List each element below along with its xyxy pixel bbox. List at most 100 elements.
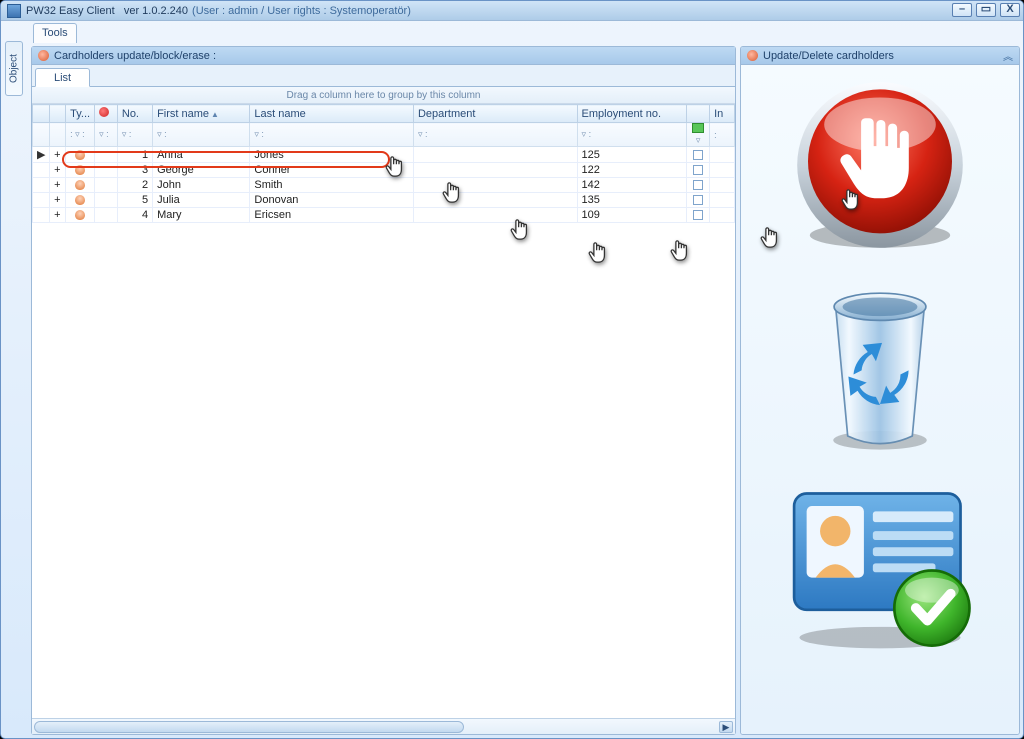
col-employment-no[interactable]: Employment no. (577, 105, 687, 123)
col-type[interactable]: Ty... (66, 105, 95, 123)
titlebar: PW32 Easy Client ver 1.0.2.240 (User : a… (1, 1, 1023, 21)
col-in[interactable]: In (710, 105, 735, 123)
department-cell (413, 178, 577, 193)
person-icon (75, 195, 85, 205)
tab-list[interactable]: List (35, 68, 90, 87)
first-name-cell: George (153, 163, 250, 178)
sort-asc-icon: ▲ (211, 110, 219, 119)
user-context: (User : admin / User rights : Systemoper… (192, 5, 411, 17)
col-last-name[interactable]: Last name (250, 105, 414, 123)
col-blocked[interactable] (95, 105, 118, 123)
maximize-button[interactable]: ▭ (976, 3, 996, 17)
update-button[interactable] (780, 481, 980, 651)
department-cell (413, 163, 577, 178)
last-name-cell: Jones (250, 147, 414, 163)
person-icon (75, 165, 85, 175)
object-sidetab[interactable]: Object (5, 41, 23, 96)
flag-cell[interactable] (687, 163, 710, 178)
flag-cell[interactable] (687, 178, 710, 193)
flag-cell[interactable] (687, 208, 710, 223)
first-name-cell: Julia (153, 193, 250, 208)
department-cell (413, 208, 577, 223)
filter-blocked[interactable]: ▿ : (95, 123, 118, 147)
panel-title: Cardholders update/block/erase : (54, 50, 216, 62)
department-cell (413, 193, 577, 208)
minimize-button[interactable]: – (952, 3, 972, 17)
cardholders-panel-header: Cardholders update/block/erase : (32, 47, 735, 65)
filter-emp[interactable]: ▿ : (577, 123, 687, 147)
checkbox-icon[interactable] (693, 150, 703, 160)
person-icon (75, 180, 85, 190)
filter-in[interactable]: : (710, 123, 735, 147)
cardholder-icon (747, 50, 758, 61)
close-button[interactable]: X (1000, 3, 1020, 17)
col-expand[interactable] (49, 105, 66, 123)
no-cell: 4 (117, 208, 152, 223)
last-name-cell: Conner (250, 163, 414, 178)
filter-last[interactable]: ▿ : (250, 123, 414, 147)
checkbox-icon[interactable] (693, 210, 703, 220)
type-cell (66, 208, 95, 223)
last-name-cell: Ericsen (250, 208, 414, 223)
blocked-cell (95, 163, 118, 178)
flag-cell[interactable] (687, 147, 710, 163)
row-indicator (33, 178, 50, 193)
block-button[interactable] (790, 75, 970, 255)
type-cell (66, 163, 95, 178)
collapse-chevron-icon[interactable]: ︽ (1003, 48, 1013, 63)
col-department[interactable]: Department (413, 105, 577, 123)
filter-dept[interactable]: ▿ : (413, 123, 577, 147)
scroll-right-icon[interactable]: ▶ (719, 721, 733, 733)
checkbox-icon[interactable] (693, 180, 703, 190)
table-row[interactable]: +3GeorgeConner122 (33, 163, 735, 178)
checkbox-icon[interactable] (693, 195, 703, 205)
col-no[interactable]: No. (117, 105, 152, 123)
column-header-row: Ty... No. First name▲ Last name Departme… (33, 105, 735, 123)
filter-flag[interactable]: ▿ (687, 123, 710, 147)
table-row[interactable]: +4MaryEricsen109 (33, 208, 735, 223)
expand-row-icon[interactable]: + (49, 208, 66, 223)
delete-button[interactable] (810, 283, 950, 453)
row-indicator (33, 163, 50, 178)
table-row[interactable]: +5JuliaDonovan135 (33, 193, 735, 208)
row-indicator: ▶ (33, 147, 50, 163)
filter-no[interactable]: ▿ : (117, 123, 152, 147)
group-by-bar[interactable]: Drag a column here to group by this colu… (32, 87, 735, 104)
cursor-hand-icon (759, 225, 781, 251)
no-cell: 2 (117, 178, 152, 193)
in-cell (710, 147, 735, 163)
flag-green-icon (692, 123, 704, 133)
no-cell: 3 (117, 163, 152, 178)
employment-no-cell: 125 (577, 147, 687, 163)
filter-type[interactable]: : ▿ : (66, 123, 95, 147)
employment-no-cell: 135 (577, 193, 687, 208)
window-controls: – ▭ X (952, 3, 1020, 17)
type-cell (66, 178, 95, 193)
table-row[interactable]: +2JohnSmith142 (33, 178, 735, 193)
no-cell: 5 (117, 193, 152, 208)
expand-row-icon[interactable]: + (49, 178, 66, 193)
horizontal-scrollbar[interactable]: ▶ (32, 718, 735, 734)
first-name-cell: John (153, 178, 250, 193)
filter-first[interactable]: ▿ : (153, 123, 250, 147)
person-icon (75, 210, 85, 220)
blocked-cell (95, 193, 118, 208)
expand-row-icon[interactable]: + (49, 193, 66, 208)
tools-menu[interactable]: Tools (33, 23, 77, 43)
row-indicator (33, 193, 50, 208)
app-title: PW32 Easy Client ver 1.0.2.240 (26, 5, 188, 17)
in-cell (710, 208, 735, 223)
checkbox-icon[interactable] (693, 165, 703, 175)
col-first-name[interactable]: First name▲ (153, 105, 250, 123)
col-indicator[interactable] (33, 105, 50, 123)
expand-row-icon[interactable]: + (49, 147, 66, 163)
flag-cell[interactable] (687, 193, 710, 208)
expand-row-icon[interactable]: + (49, 163, 66, 178)
actions-panel-title: Update/Delete cardholders (763, 50, 894, 62)
col-flag[interactable] (687, 105, 710, 123)
scroll-thumb[interactable] (34, 721, 464, 733)
table-row[interactable]: ▶+1AnnaJones125 (33, 147, 735, 163)
app-icon (7, 4, 21, 18)
first-name-cell: Anna (153, 147, 250, 163)
cardholder-icon (38, 50, 49, 61)
